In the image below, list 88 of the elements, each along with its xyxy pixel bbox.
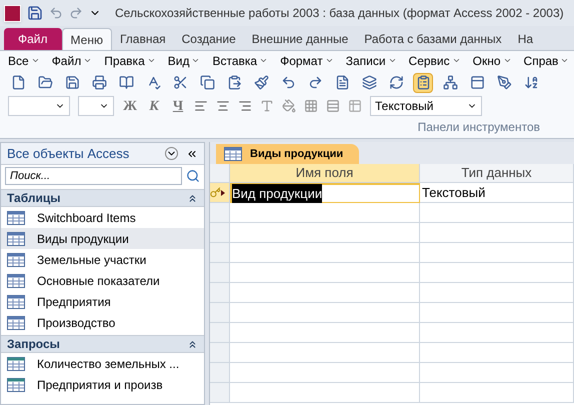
- table-cell[interactable]: [230, 303, 420, 323]
- data-type-combo[interactable]: Текстовый: [370, 96, 482, 116]
- app-logo-icon: [4, 4, 21, 22]
- menu-item[interactable]: Файл: [52, 52, 92, 70]
- table-icon: [7, 210, 25, 224]
- nav-item[interactable]: Switchboard Items: [1, 207, 204, 228]
- nav-item[interactable]: Земельные участки: [1, 249, 204, 270]
- table-cell[interactable]: [420, 263, 574, 283]
- font-color-icon[interactable]: [260, 99, 274, 114]
- collapse-icon: [187, 192, 198, 204]
- group-header[interactable]: Таблицы: [1, 189, 204, 207]
- table-cell[interactable]: [230, 323, 420, 343]
- search-icon[interactable]: [186, 169, 200, 183]
- nav-item[interactable]: Предприятия: [1, 291, 204, 312]
- table-cell[interactable]: [420, 363, 574, 383]
- ribbon-tab[interactable]: Меню: [62, 28, 112, 50]
- table-cell[interactable]: [230, 223, 420, 243]
- property-sheet-icon[interactable]: [413, 72, 433, 93]
- table-cell[interactable]: [420, 343, 574, 363]
- table-cell[interactable]: [230, 383, 420, 403]
- table-icon: [7, 232, 25, 246]
- table-cell[interactable]: [230, 363, 420, 383]
- table-icon: [224, 147, 242, 161]
- query-icon: [7, 378, 25, 392]
- align-left-icon[interactable]: [194, 99, 208, 114]
- table-icon: [7, 316, 25, 330]
- menu-item[interactable]: Вид: [168, 52, 200, 70]
- align-center-icon[interactable]: [216, 99, 230, 114]
- table-cell[interactable]: [230, 263, 420, 283]
- menu-item[interactable]: Сервис: [408, 52, 461, 70]
- file-tab[interactable]: Файл: [4, 28, 62, 50]
- column-header[interactable]: Имя поля: [230, 164, 420, 183]
- query-icon: [7, 356, 25, 370]
- format-button[interactable]: К: [146, 96, 162, 117]
- table-icon: [7, 274, 25, 288]
- table-cell[interactable]: [230, 243, 420, 263]
- save-icon[interactable]: [27, 5, 43, 21]
- table-cell[interactable]: Вид продукции: [230, 183, 420, 203]
- table-cell[interactable]: [420, 383, 574, 403]
- current-row-icon: [221, 190, 225, 196]
- ribbon-tab[interactable]: На: [510, 28, 542, 50]
- menu-item[interactable]: Все: [8, 52, 40, 70]
- table-cell[interactable]: [230, 283, 420, 303]
- ribbon-tab[interactable]: Работа с базами данных: [356, 28, 510, 50]
- dropdown-icon[interactable]: [165, 147, 178, 160]
- menu-item[interactable]: Справ: [524, 52, 570, 70]
- table-cell[interactable]: [420, 283, 574, 303]
- table-cell[interactable]: [420, 303, 574, 323]
- fill-color-icon[interactable]: [282, 99, 296, 114]
- menu-item[interactable]: Вставка: [212, 52, 268, 70]
- group-label: Панели инструментов: [418, 119, 540, 136]
- menu-item[interactable]: Правка: [104, 52, 156, 70]
- menu-item[interactable]: Формат: [280, 52, 334, 70]
- table-icon: [7, 294, 25, 308]
- selected-text: Вид продукции: [232, 184, 322, 204]
- menu-item[interactable]: Записи: [346, 52, 397, 70]
- table-cell[interactable]: [420, 323, 574, 343]
- menu-item[interactable]: Окно: [472, 52, 512, 70]
- table-cell[interactable]: Текстовый: [420, 183, 574, 203]
- nav-item[interactable]: Основные показатели: [1, 270, 204, 291]
- ribbon-tab[interactable]: Внешние данные: [244, 28, 356, 50]
- column-header[interactable]: Тип данных: [420, 164, 574, 183]
- key-icon: [210, 187, 221, 198]
- group-header[interactable]: Запросы: [1, 335, 204, 353]
- gridlines-icon[interactable]: [304, 99, 318, 114]
- properties-icon[interactable]: [348, 99, 362, 114]
- rows-icon[interactable]: [326, 99, 340, 114]
- search-field[interactable]: Поиск...: [5, 167, 182, 185]
- table-cell[interactable]: [420, 223, 574, 243]
- ribbon-tab[interactable]: Главная: [112, 28, 174, 50]
- document-tab[interactable]: Виды продукции: [216, 144, 360, 164]
- row-selector[interactable]: [210, 183, 230, 203]
- table-cell[interactable]: [420, 203, 574, 223]
- window-title: Сельскохозяйственные работы 2003 : база данных (формат Access 2002 - 2003): [115, 5, 564, 22]
- table-icon: [7, 252, 25, 266]
- format-button[interactable]: Ж: [122, 96, 138, 117]
- nav-pane-header[interactable]: Все объекты Access: [1, 143, 204, 165]
- nav-item[interactable]: Предприятия и произв: [1, 374, 204, 395]
- nav-item[interactable]: Производство: [1, 312, 204, 333]
- table-cell[interactable]: [230, 343, 420, 363]
- nav-item[interactable]: Количество земельных ...: [1, 353, 204, 374]
- table-cell[interactable]: [420, 243, 574, 263]
- ribbon-tab[interactable]: Создание: [174, 28, 244, 50]
- align-right-icon[interactable]: [238, 99, 252, 114]
- table-cell[interactable]: [230, 203, 420, 223]
- collapse-icon: [187, 338, 198, 350]
- nav-item[interactable]: Виды продукции: [1, 228, 204, 249]
- format-button[interactable]: Ч: [170, 96, 186, 117]
